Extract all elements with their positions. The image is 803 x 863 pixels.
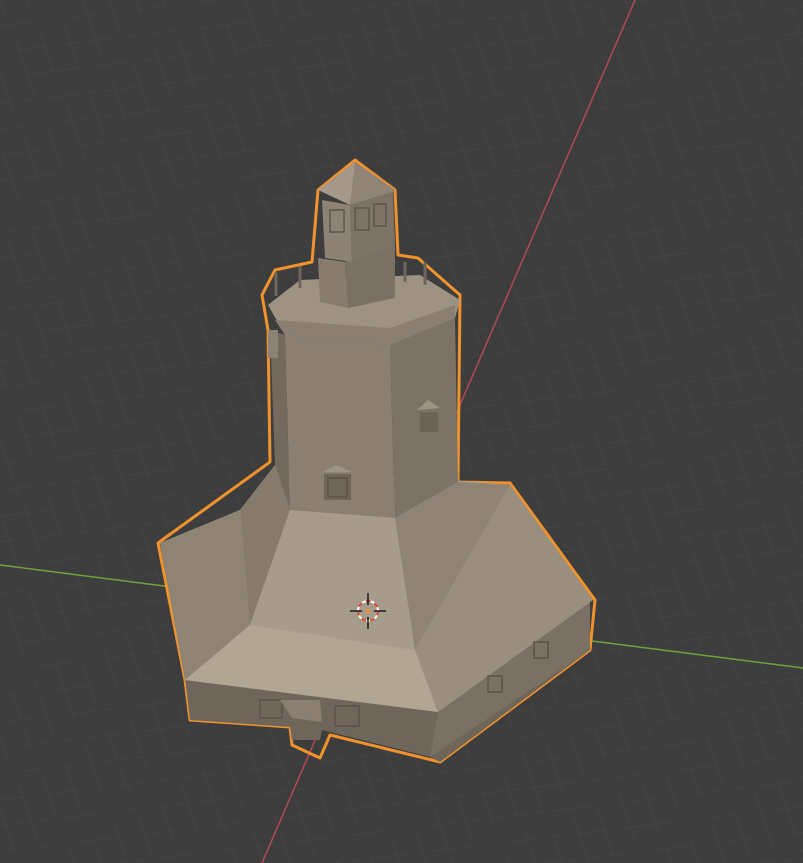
3d-viewport[interactable] [0,0,803,863]
viewport-canvas[interactable] [0,0,803,863]
lantern-front [318,258,348,308]
side-bracket [268,330,278,358]
